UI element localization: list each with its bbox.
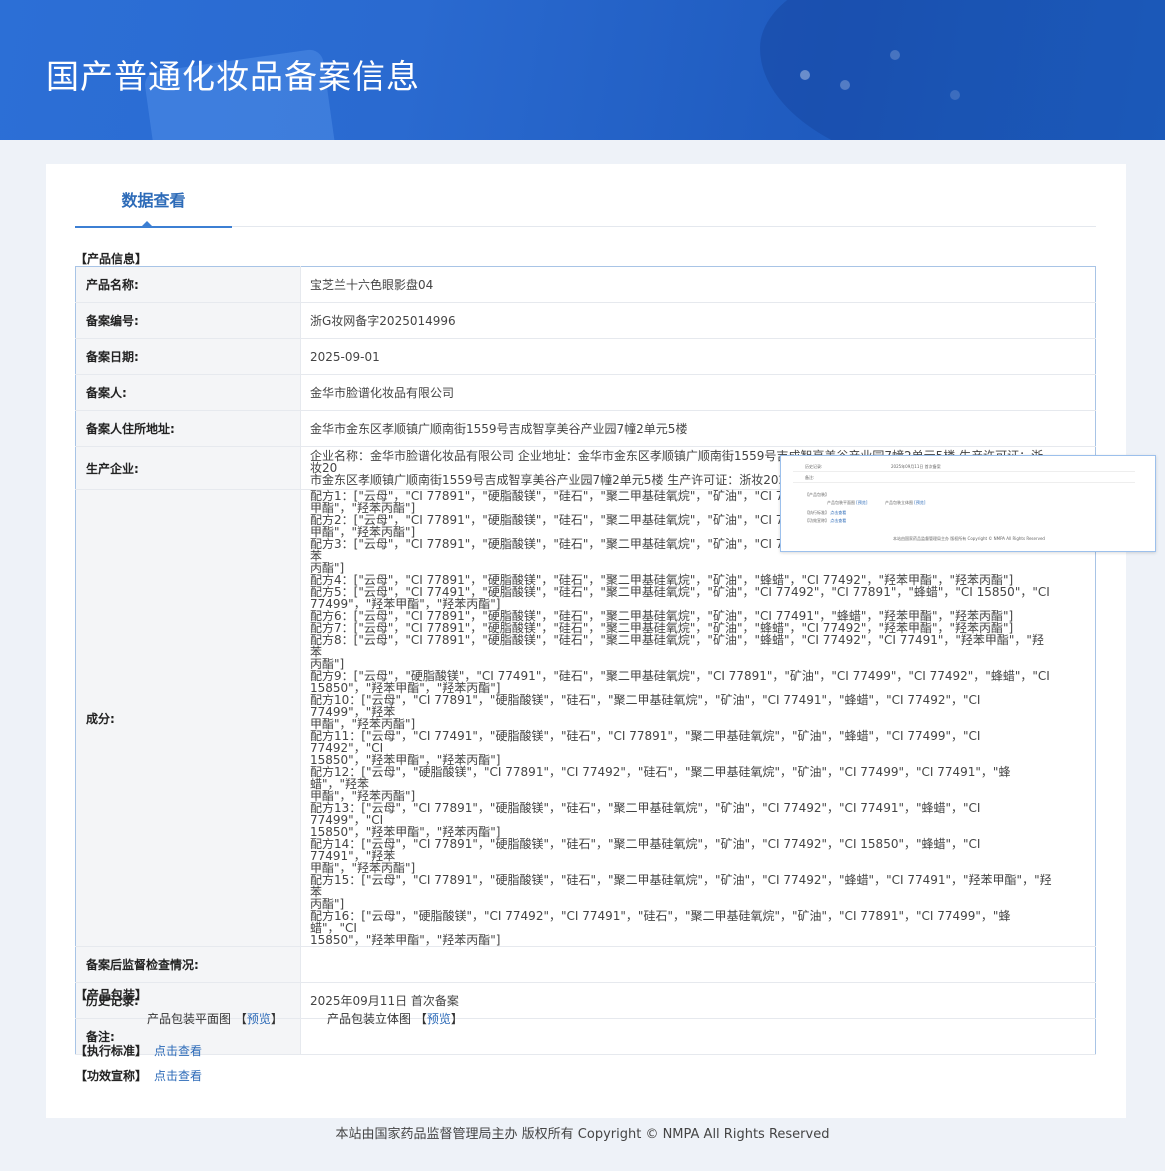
- banner-decoration: [760, 0, 1165, 140]
- row-label: 备案人住所地址:: [75, 410, 301, 447]
- ingredients-value: 配方1：["云母"，"CI 77891"，"硬脂酸镁"，"硅石"，"聚二甲基硅氧…: [300, 489, 1096, 947]
- overlay-row: 历史记录: 2025年09月11日 首次备案: [793, 462, 1135, 472]
- row-label: 成分:: [75, 489, 301, 947]
- row-label: 生产企业:: [75, 446, 301, 490]
- overlay-history-label: 历史记录:: [805, 464, 823, 469]
- section-title-product-info: 【产品信息】: [75, 252, 148, 266]
- table-row: 备案人: 金华市脸谱化妆品有限公司: [75, 374, 1096, 411]
- row-label: 备案日期:: [75, 338, 301, 375]
- thumbnail-overlay: 历史记录: 2025年09月11日 首次备案 备注: 【产品包装】 产品包装平面…: [780, 455, 1156, 552]
- packaging-solid-label: 产品包装立体图: [327, 1012, 412, 1026]
- overlay-standard-title: 【执行标准】: [805, 510, 829, 515]
- banner-decoration: [800, 70, 810, 80]
- tab-divider: [232, 226, 1096, 227]
- packaging-flat: 产品包装平面图 【预览】: [147, 1012, 283, 1026]
- table-row: 备案编号: 浙G妆网备字2025014996: [75, 302, 1096, 339]
- row-label: 备案人:: [75, 374, 301, 411]
- row-value: 金华市脸谱化妆品有限公司: [300, 374, 1096, 411]
- overlay-standard-link[interactable]: 点击查看: [830, 510, 846, 515]
- tab-data-view[interactable]: 数据查看: [75, 188, 232, 228]
- table-row: 备案人住所地址: 金华市金东区孝顺镇广顺南街1559号吉成智享美谷产业园7幢2单…: [75, 410, 1096, 447]
- overlay-flat-link[interactable]: [预览]: [856, 500, 867, 505]
- table-row: 备案后监督检查情况:: [75, 946, 1096, 983]
- overlay-solid-link[interactable]: [预览]: [914, 500, 925, 505]
- standard-view-link[interactable]: 点击查看: [154, 1042, 202, 1059]
- row-label: 备案编号:: [75, 302, 301, 339]
- overlay-row: 备注:: [793, 473, 1135, 483]
- overlay-packaging-solid: 产品包装立体图 [预览]: [885, 500, 925, 506]
- overlay-footer: 本站由国家药品监督管理局主办 版权所有 Copyright © NMPA All…: [893, 536, 1045, 541]
- row-value: 浙G妆网备字2025014996: [300, 302, 1096, 339]
- row-value: 宝芝兰十六色眼影盘04: [300, 266, 1096, 303]
- page-footer: 本站由国家药品监督管理局主办 版权所有 Copyright © NMPA All…: [335, 1127, 830, 1142]
- page-title: 国产普通化妆品备案信息: [46, 57, 420, 96]
- tab-indicator-arrow: [141, 221, 153, 227]
- row-value: [300, 946, 1096, 983]
- overlay-efficacy-link[interactable]: 点击查看: [830, 518, 846, 523]
- page-banner: 国产普通化妆品备案信息: [0, 0, 1165, 140]
- row-label: 备案后监督检查情况:: [75, 946, 301, 983]
- table-row: 成分: 配方1：["云母"，"CI 77891"，"硬脂酸镁"，"硅石"，"聚二…: [75, 489, 1096, 947]
- packaging-solid: 产品包装立体图 【预览】: [327, 1012, 463, 1026]
- table-row: 备案日期: 2025-09-01: [75, 338, 1096, 375]
- packaging-flat-label: 产品包装平面图: [147, 1012, 232, 1026]
- packaging-flat-preview-link[interactable]: 预览: [247, 1012, 271, 1026]
- section-title-efficacy: 【功效宣称】: [75, 1069, 148, 1083]
- tab-label: 数据查看: [121, 191, 186, 210]
- row-value: 2025-09-01: [300, 338, 1096, 375]
- overlay-standard: 【执行标准】 点击查看: [805, 510, 846, 516]
- section-title-standard: 【执行标准】: [75, 1044, 148, 1058]
- table-row: 产品名称: 宝芝兰十六色眼影盘04: [75, 266, 1096, 303]
- overlay-packaging-flat: 产品包装平面图 [预览]: [827, 500, 867, 506]
- overlay-efficacy-title: 【功效宣称】: [805, 518, 829, 523]
- content-card: 数据查看 【产品信息】 产品名称: 宝芝兰十六色眼影盘04 备案编号: 浙G妆网…: [46, 164, 1126, 1118]
- overlay-packaging-title: 【产品包装】: [805, 492, 829, 497]
- efficacy-view-link[interactable]: 点击查看: [154, 1067, 202, 1084]
- overlay-remark-label: 备注:: [805, 475, 815, 480]
- product-info-table: 产品名称: 宝芝兰十六色眼影盘04 备案编号: 浙G妆网备字2025014996…: [75, 266, 1096, 1055]
- overlay-efficacy: 【功效宣称】 点击查看: [805, 518, 846, 524]
- overlay-flat-label: 产品包装平面图: [827, 500, 855, 505]
- overlay-solid-label: 产品包装立体图: [885, 500, 913, 505]
- section-title-packaging: 【产品包装】: [75, 988, 148, 1002]
- row-label: 产品名称:: [75, 266, 301, 303]
- overlay-history-value: 2025年09月11日 首次备案: [891, 464, 941, 469]
- row-value: 金华市金东区孝顺镇广顺南街1559号吉成智享美谷产业园7幢2单元5楼: [300, 410, 1096, 447]
- packaging-solid-preview-link[interactable]: 预览: [427, 1012, 451, 1026]
